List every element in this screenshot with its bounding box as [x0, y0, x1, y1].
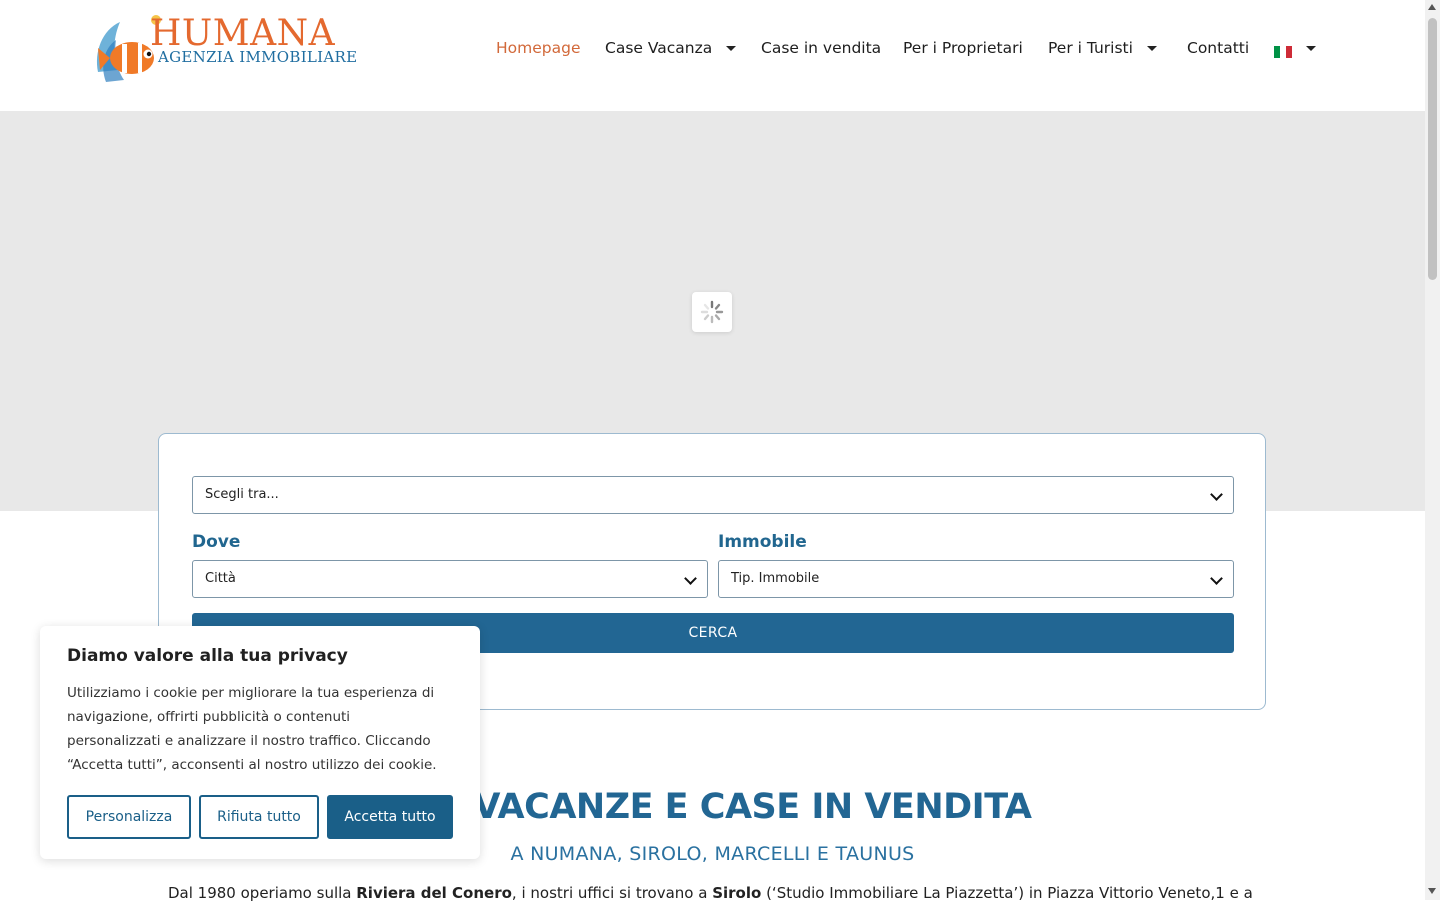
nav-case-vacanza[interactable]: Case Vacanza: [605, 38, 737, 58]
property-type-select[interactable]: Tip. Immobile: [718, 560, 1234, 598]
intro-text: Dal 1980 operiamo sulla: [168, 884, 357, 902]
accept-all-button[interactable]: Accetta tutto: [327, 795, 453, 839]
caret-down-icon: [1146, 46, 1157, 51]
scrollbar-thumb[interactable]: [1428, 18, 1437, 280]
intro-text: , i nostri uffici si trovano a: [511, 884, 713, 902]
property-type-select-value: Tip. Immobile: [731, 571, 820, 586]
intro-highlight: Sirolo: [712, 884, 762, 902]
property-type-label: Immobile: [718, 532, 807, 552]
intro-highlight: Riviera del Conero: [356, 884, 512, 902]
type-select-value: Scegli tra...: [205, 487, 279, 502]
intro-paragraph: Dal 1980 operiamo sulla Riviera del Cone…: [168, 884, 1258, 902]
cookie-title: Diamo valore alla tua privacy: [67, 646, 348, 666]
page-scrollbar[interactable]: [1425, 0, 1440, 900]
nav-homepage[interactable]: Homepage: [496, 38, 581, 58]
customize-button[interactable]: Personalizza: [67, 795, 191, 839]
nav-per-i-turisti[interactable]: Per i Turisti: [1048, 38, 1157, 58]
nav-per-i-proprietari[interactable]: Per i Proprietari: [903, 38, 1023, 58]
cookie-text: Utilizziamo i cookie per migliorare la t…: [67, 685, 437, 773]
spinner-icon: [700, 300, 724, 324]
city-select[interactable]: Città: [192, 560, 708, 598]
scroll-up-arrow-icon[interactable]: [1428, 4, 1436, 10]
intro-text: (‘Studio Immobiliare La Piazzetta’) in P…: [761, 884, 1253, 902]
site-logo[interactable]: HUMANA AGENZIA IMMOBILIARE: [92, 12, 357, 90]
chevron-down-icon: [1210, 488, 1223, 501]
reject-all-button[interactable]: Rifiuta tutto: [199, 795, 319, 839]
cookie-consent-banner: Diamo valore alla tua privacy Utilizziam…: [40, 626, 480, 859]
type-select[interactable]: Scegli tra...: [192, 476, 1234, 514]
nav-case-in-vendita[interactable]: Case in vendita: [761, 38, 881, 58]
city-select-value: Città: [205, 571, 236, 586]
chevron-down-icon: [1210, 572, 1223, 585]
caret-down-icon: [726, 46, 737, 51]
language-switcher[interactable]: [1274, 38, 1316, 58]
nav-per-i-turisti-label: Per i Turisti: [1048, 39, 1133, 57]
chevron-down-icon: [684, 572, 697, 585]
italy-flag-icon: [1274, 43, 1292, 58]
where-label: Dove: [192, 532, 241, 552]
loading-spinner: [692, 292, 732, 332]
caret-down-icon: [1306, 46, 1316, 51]
page-title-text: SE VACANZE E CASE IN VENDITA: [413, 787, 1032, 827]
scroll-down-arrow-icon[interactable]: [1428, 888, 1436, 894]
nav-contatti[interactable]: Contatti: [1187, 38, 1249, 58]
site-header: HUMANA AGENZIA IMMOBILIARE Homepage Case…: [0, 0, 1425, 110]
brand-tagline: AGENZIA IMMOBILIARE: [158, 48, 358, 66]
nav-case-vacanza-label: Case Vacanza: [605, 39, 713, 57]
